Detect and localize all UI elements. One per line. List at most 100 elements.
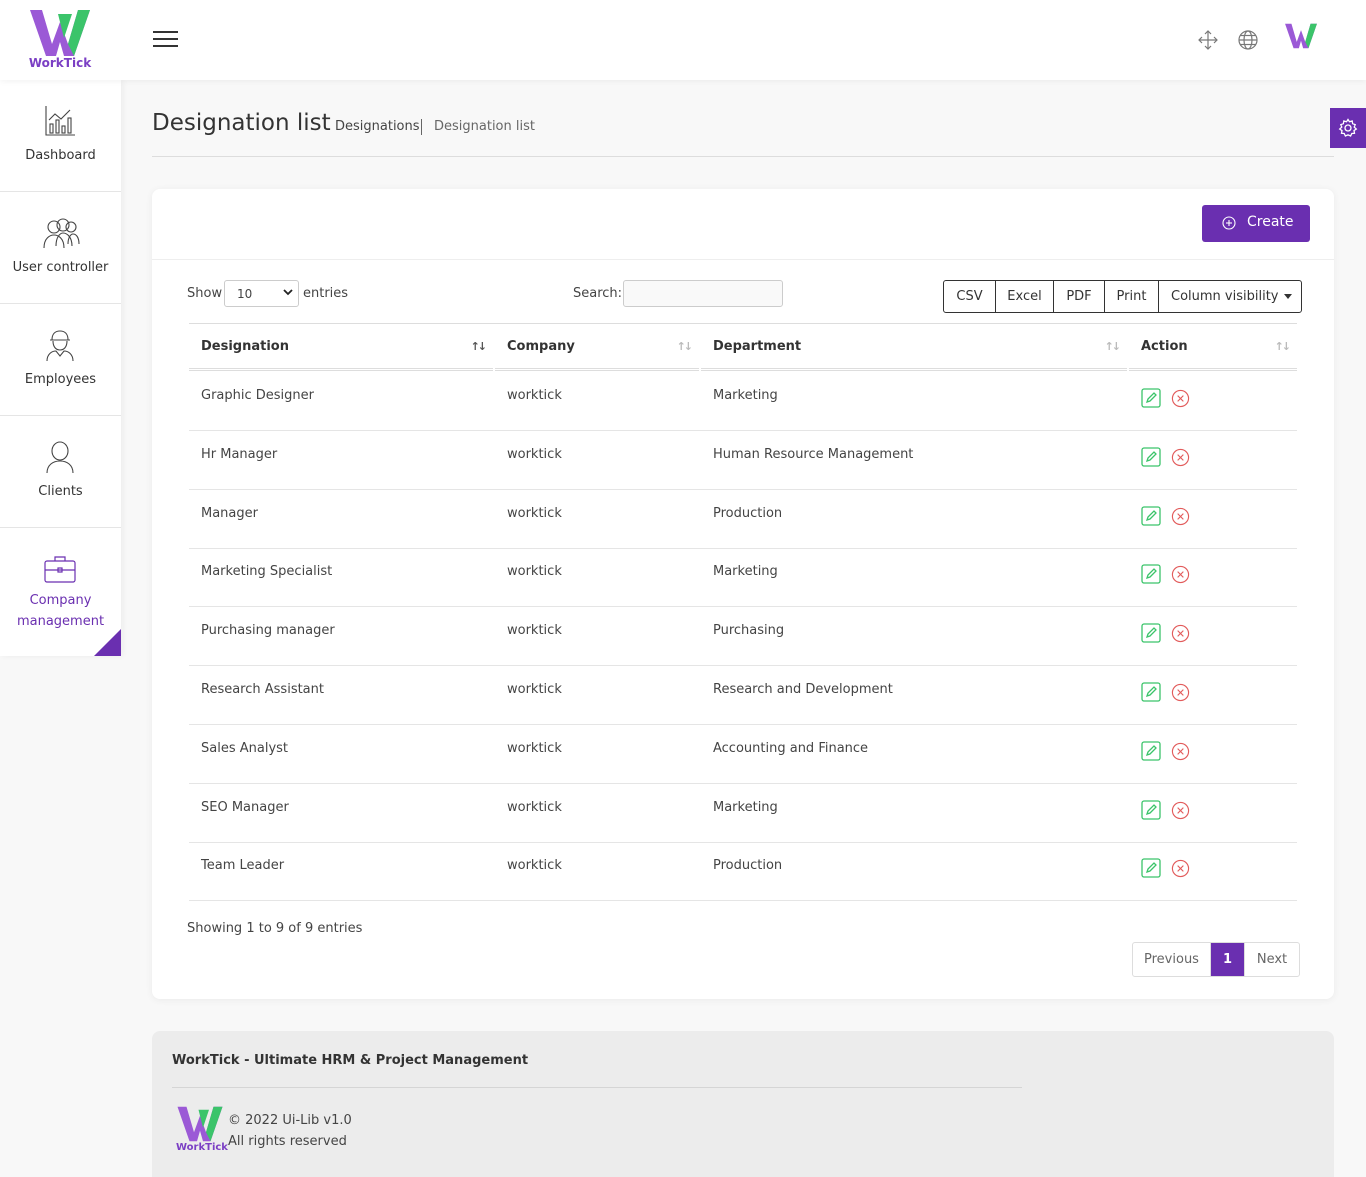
column-visibility-label: Column visibility [1171,289,1279,304]
breadcrumb-current: Designation list [434,119,535,134]
company-cell: worktick [507,682,562,697]
delete-icon[interactable] [1171,683,1190,702]
sidebar-item-label: Dashboard [25,148,96,163]
pagination: Previous 1 Next [1132,942,1300,977]
column-header-designation[interactable]: Designation ↑↓ [189,324,493,371]
column-header-company[interactable]: Company ↑↓ [495,324,699,371]
delete-icon[interactable] [1171,565,1190,584]
chart-icon [43,104,77,138]
designation-cell: Marketing Specialist [201,564,333,579]
designation-cell: Sales Analyst [201,741,289,756]
department-cell: Purchasing [713,623,785,638]
footer-logo-text: WorkTick [176,1142,228,1153]
column-header-label: Company [507,339,575,354]
delete-icon[interactable] [1171,801,1190,820]
sidebar-item-user-controller[interactable]: User controller [0,192,121,304]
print-button[interactable]: Print [1105,281,1159,312]
table-row: Sales Analyst worktick Accounting and Fina… [189,725,1297,784]
sort-icon: ↑↓ [1104,340,1122,353]
table-row: Research Assistant worktick Research and D… [189,666,1297,725]
table-row: Team Leader worktick Production [189,842,1297,901]
settings-toggle[interactable] [1330,108,1366,148]
users-icon [42,216,80,250]
sidebar: Dashboard User controller Employees Clie… [0,80,121,656]
sidebar-item-clients[interactable]: Clients [0,416,121,528]
entries-length-value: 10 [237,287,253,301]
edit-icon[interactable] [1141,741,1161,761]
edit-icon[interactable] [1141,800,1161,820]
company-cell: worktick [507,506,562,521]
previous-button[interactable]: Previous [1133,943,1211,976]
breadcrumb-parent[interactable]: Designations [335,119,420,134]
table-row: Marketing Specialist worktick Marketing [189,548,1297,607]
sort-icon: ↑↓ [1274,340,1292,353]
page-header: Designation list Designations Designatio… [152,108,1334,157]
table-row: Manager worktick Production [189,490,1297,549]
sort-icon: ↑↓ [470,340,488,353]
edit-icon[interactable] [1141,506,1161,526]
sidebar-item-employees[interactable]: Employees [0,304,121,416]
column-header-label: Action [1141,339,1188,354]
csv-button[interactable]: CSV [944,281,996,312]
edit-icon[interactable] [1141,447,1161,467]
delete-icon[interactable] [1171,624,1190,643]
search-label: Search: [573,286,623,301]
delete-icon[interactable] [1171,742,1190,761]
edit-icon[interactable] [1141,623,1161,643]
company-cell: worktick [507,388,562,403]
sort-icon: ↑↓ [676,340,694,353]
delete-icon[interactable] [1171,448,1190,467]
designation-cell: Graphic Designer [201,388,314,403]
delete-icon[interactable] [1171,389,1190,408]
move-icon[interactable] [1197,29,1219,51]
create-button[interactable]: Create [1202,205,1310,242]
sidebar-item-label: Company management [16,593,105,629]
designation-card: Create Show 10 entries Search: CSV Excel… [152,189,1334,999]
card-header: Create [152,189,1334,260]
next-button[interactable]: Next [1245,943,1299,976]
footer-title: WorkTick - Ultimate HRM & Project Manage… [172,1053,529,1068]
company-cell: worktick [507,858,562,873]
delete-icon[interactable] [1171,859,1190,878]
designation-cell: Research Assistant [201,682,324,697]
excel-button[interactable]: Excel [996,281,1054,312]
top-bar: WorkTick [0,0,1366,80]
table-row: Purchasing manager worktick Purchasing [189,607,1297,666]
create-label: Create [1247,214,1294,230]
entries-length-select[interactable]: 10 [224,280,299,307]
edit-icon[interactable] [1141,388,1161,408]
sidebar-item-company-management[interactable]: Company management [0,528,121,656]
hamburger-icon[interactable] [153,31,178,49]
user-icon [43,440,77,474]
rights-text: All rights reserved [228,1134,347,1149]
active-indicator [94,629,121,656]
column-header-label: Designation [201,339,289,354]
table-row: Graphic Designer worktick Marketing [189,372,1297,431]
column-visibility-button[interactable]: Column visibility [1159,281,1301,312]
page-title: Designation list [152,110,331,136]
column-header-action[interactable]: Action ↑↓ [1129,324,1297,371]
designation-cell: Purchasing manager [201,623,335,638]
company-cell: worktick [507,447,562,462]
edit-icon[interactable] [1141,858,1161,878]
department-cell: Human Resource Management [713,447,914,462]
copyright-text: © 2022 Ui-Lib v1.0 [228,1113,352,1128]
globe-icon[interactable] [1237,29,1259,51]
plus-circle-icon [1222,216,1236,230]
pdf-button[interactable]: PDF [1054,281,1105,312]
edit-icon[interactable] [1141,682,1161,702]
logo-text: WorkTick [28,56,92,70]
department-cell: Research and Development [713,682,893,697]
column-header-label: Department [713,339,802,354]
delete-icon[interactable] [1171,507,1190,526]
avatar[interactable] [1284,20,1318,58]
edit-icon[interactable] [1141,564,1161,584]
sidebar-item-dashboard[interactable]: Dashboard [0,80,121,192]
worker-icon [43,328,77,362]
company-cell: worktick [507,623,562,638]
department-cell: Accounting and Finance [713,741,869,756]
column-header-department[interactable]: Department ↑↓ [701,324,1127,371]
page-1-button[interactable]: 1 [1211,943,1245,976]
search-input[interactable] [623,280,783,307]
worktick-logo[interactable]: WorkTick [28,8,92,72]
